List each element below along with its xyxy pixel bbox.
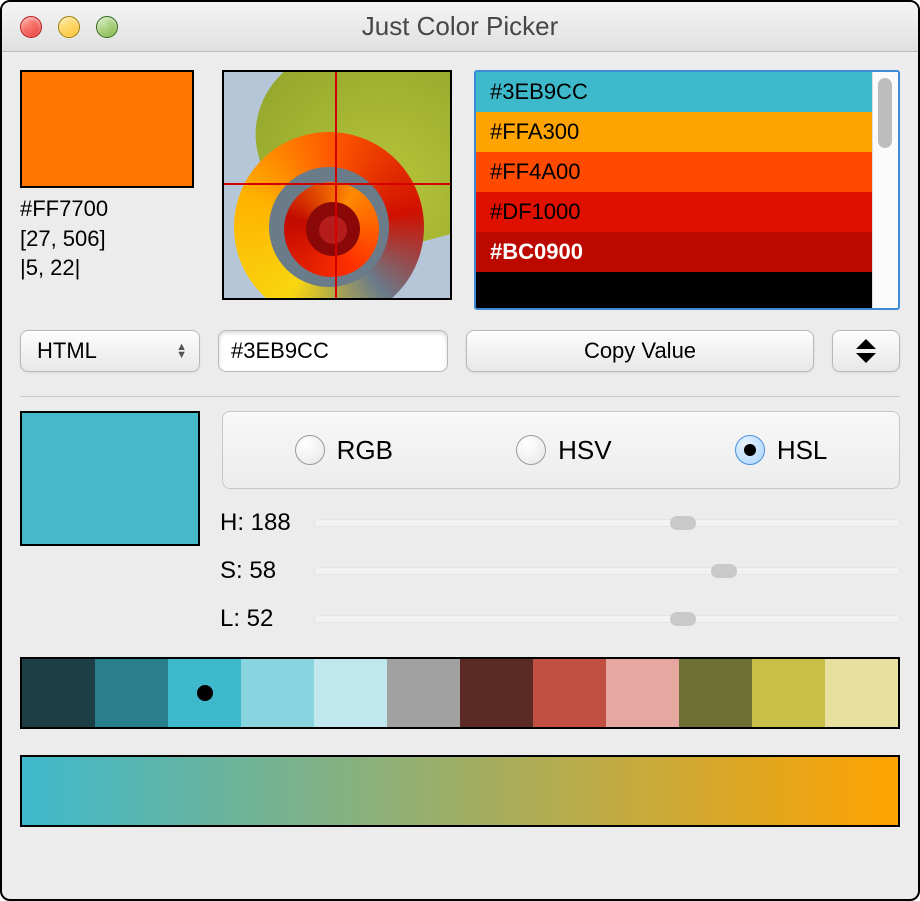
content-area: #FF7700 [27, 506] |5, 22| #3EB9CC#FFA300…	[2, 52, 918, 899]
palette-cell[interactable]	[679, 659, 752, 727]
crosshair-v-icon	[335, 72, 337, 298]
slider-h[interactable]	[314, 519, 900, 527]
select-arrows-icon: ▲▼	[176, 343, 187, 359]
history-item[interactable]	[476, 272, 872, 308]
history-item[interactable]: #FF4A00	[476, 152, 872, 192]
minimize-icon[interactable]	[58, 16, 80, 38]
mode-radio-rgb[interactable]: RGB	[295, 435, 393, 466]
zoom-icon[interactable]	[96, 16, 118, 38]
palette-cell[interactable]	[168, 659, 241, 727]
section-divider	[20, 396, 900, 397]
palette-row	[20, 657, 900, 729]
palette-cell[interactable]	[460, 659, 533, 727]
palette-cell[interactable]	[533, 659, 606, 727]
slider-thumb-l[interactable]	[670, 612, 696, 626]
radio-icon	[295, 435, 325, 465]
slider-row-l: L: 52	[220, 605, 900, 633]
palette-cell[interactable]	[241, 659, 314, 727]
mode-label: RGB	[337, 435, 393, 466]
history-item[interactable]: #DF1000	[476, 192, 872, 232]
slider-thumb-s[interactable]	[711, 564, 737, 578]
palette-cell[interactable]	[22, 659, 95, 727]
current-hex: #FF7700	[20, 194, 200, 224]
preview-swatch	[20, 411, 200, 546]
slider-row-s: S: 58	[220, 557, 900, 585]
current-color-block: #FF7700 [27, 506] |5, 22|	[20, 70, 200, 310]
palette-cell[interactable]	[314, 659, 387, 727]
slider-s[interactable]	[314, 567, 900, 575]
history-item[interactable]: #FFA300	[476, 112, 872, 152]
color-history-list: #3EB9CC#FFA300#FF4A00#DF1000#BC0900	[474, 70, 900, 310]
traffic-lights	[20, 16, 118, 38]
crosshair-h-icon	[224, 183, 450, 185]
window-title: Just Color Picker	[2, 11, 918, 42]
radio-icon	[516, 435, 546, 465]
history-stepper[interactable]	[832, 330, 900, 372]
scrollbar-thumb[interactable]	[878, 78, 892, 148]
copy-button-label: Copy Value	[584, 338, 696, 364]
mode-radio-hsl[interactable]: HSL	[735, 435, 828, 466]
history-item[interactable]: #3EB9CC	[476, 72, 872, 112]
palette-cell[interactable]	[825, 659, 898, 727]
color-value-input[interactable]: #3EB9CC	[218, 330, 448, 372]
stepper-up-icon[interactable]	[856, 339, 876, 349]
current-delta: |5, 22|	[20, 253, 200, 283]
gradient-bar[interactable]	[20, 755, 900, 827]
color-value-text: #3EB9CC	[231, 338, 329, 364]
color-mode-group: RGB HSV HSL	[222, 411, 900, 489]
current-coords: [27, 506]	[20, 224, 200, 254]
palette-cell[interactable]	[752, 659, 825, 727]
title-bar: Just Color Picker	[2, 2, 918, 52]
palette-cell[interactable]	[387, 659, 460, 727]
history-scrollbar[interactable]	[872, 72, 898, 308]
slider-thumb-h[interactable]	[670, 516, 696, 530]
radio-icon	[735, 435, 765, 465]
slider-label-s: S: 58	[220, 557, 300, 585]
current-color-meta: #FF7700 [27, 506] |5, 22|	[20, 194, 200, 283]
slider-label-l: L: 52	[220, 605, 300, 633]
current-color-swatch	[20, 70, 194, 188]
slider-label-h: H: 188	[220, 509, 300, 537]
close-icon[interactable]	[20, 16, 42, 38]
palette-cell[interactable]	[606, 659, 679, 727]
copy-value-button[interactable]: Copy Value	[466, 330, 814, 372]
mode-label: HSV	[558, 435, 611, 466]
magnifier-view[interactable]	[222, 70, 452, 300]
format-select-value: HTML	[37, 338, 97, 364]
slider-row-h: H: 188	[220, 509, 900, 537]
app-window: Just Color Picker #FF7700 [27, 506] |5, …	[0, 0, 920, 901]
palette-cell[interactable]	[95, 659, 168, 727]
stepper-down-icon[interactable]	[856, 353, 876, 363]
slider-l[interactable]	[314, 615, 900, 623]
mode-radio-hsv[interactable]: HSV	[516, 435, 611, 466]
history-item[interactable]: #BC0900	[476, 232, 872, 272]
format-select[interactable]: HTML ▲▼	[20, 330, 200, 372]
mode-label: HSL	[777, 435, 828, 466]
active-dot-icon	[197, 685, 213, 701]
